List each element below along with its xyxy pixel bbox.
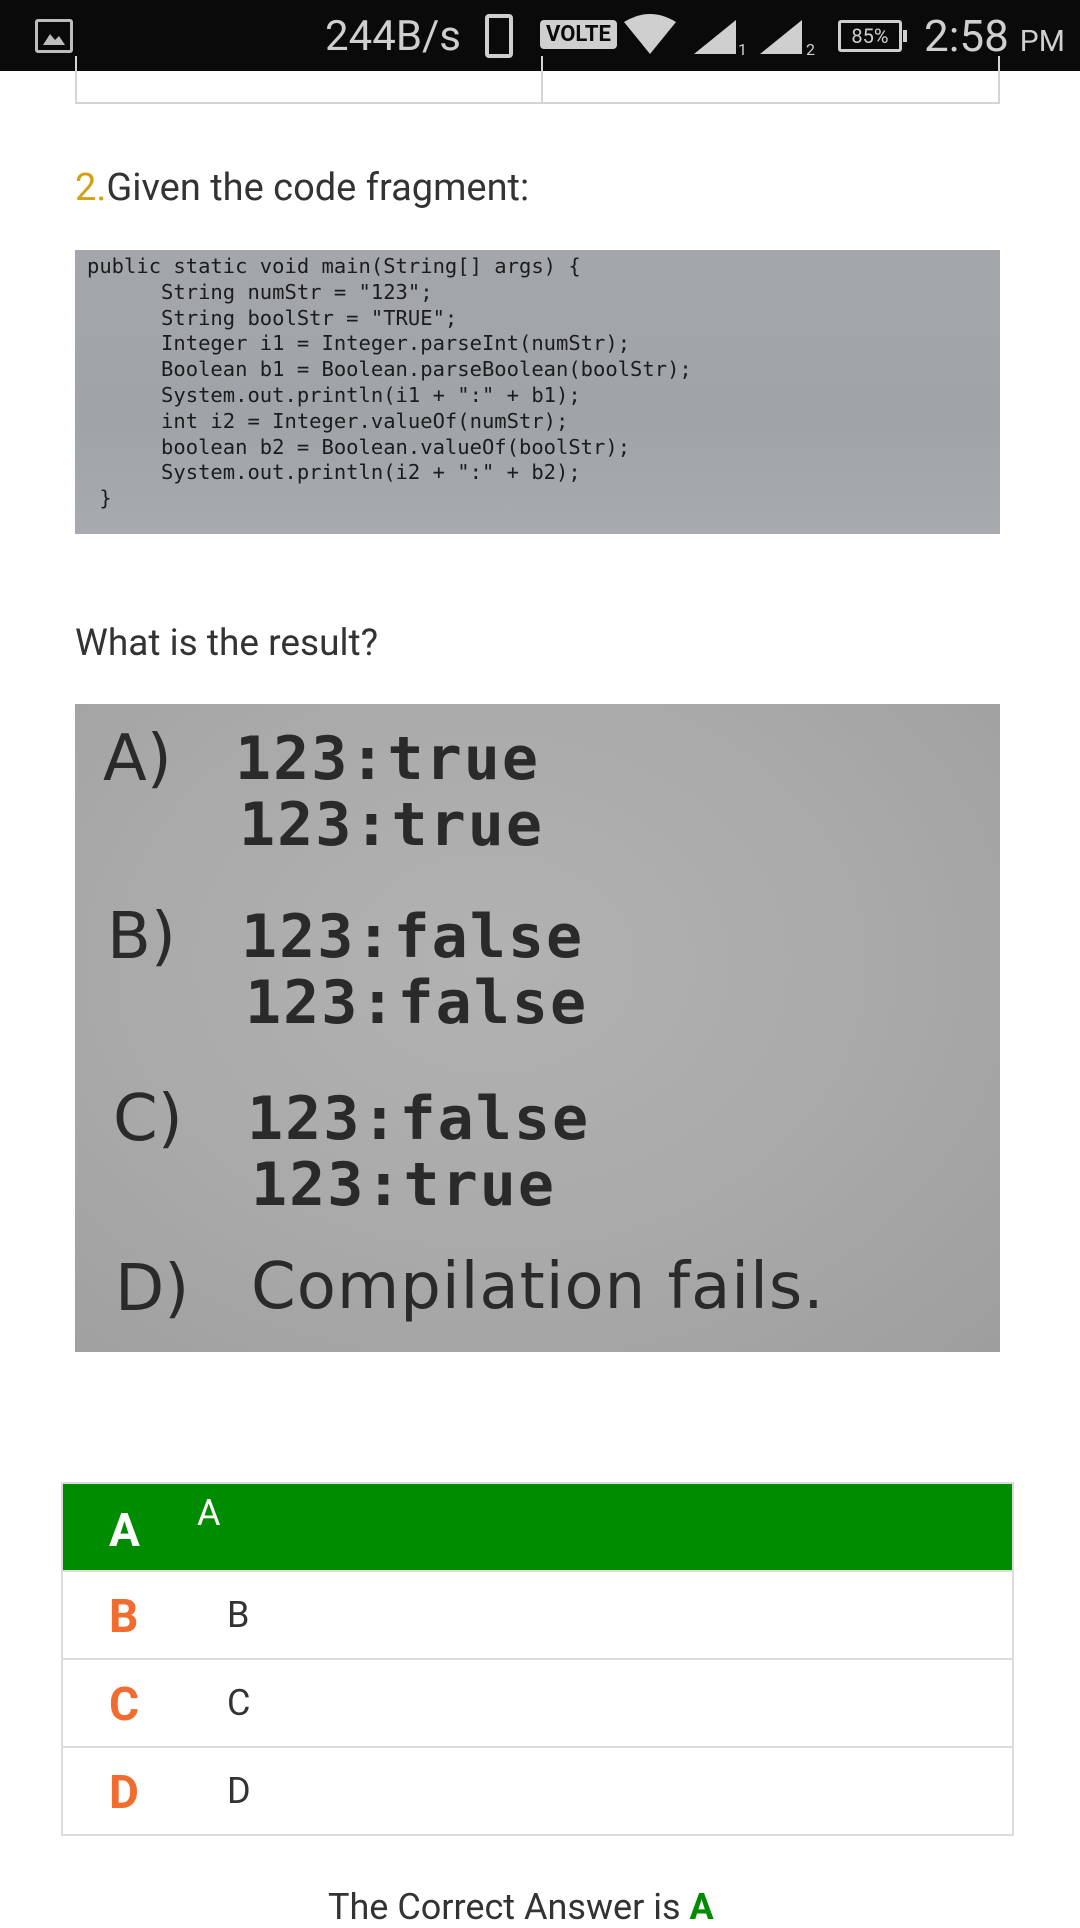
code-line: String boolStr = "TRUE"; — [87, 305, 458, 330]
battery-icon: 85% — [838, 20, 907, 52]
signal-icon — [758, 18, 804, 60]
option-d-text: Compilation fails. — [251, 1250, 825, 1324]
code-line: boolean b2 = Boolean.valueOf(boolStr); — [87, 434, 631, 459]
code-line: Integer i1 = Integer.parseInt(numStr); — [87, 331, 631, 356]
option-b-letter: B) — [107, 900, 176, 974]
table-divider — [541, 56, 543, 102]
option-d-letter: D) — [115, 1252, 190, 1326]
code-line: public static void main(String[] args) { — [87, 254, 581, 278]
network-speed: 244B/s — [325, 12, 461, 61]
option-a-line: 123:true — [235, 724, 540, 794]
wifi-icon — [622, 14, 678, 60]
option-c-line: 123:false — [247, 1084, 591, 1154]
option-c-line: 123:true — [251, 1150, 556, 1220]
phone-icon — [485, 14, 513, 58]
battery-level: 85% — [851, 24, 889, 48]
code-line: String numStr = "123"; — [87, 279, 433, 304]
code-line: } — [87, 486, 112, 511]
volte-badge: VOLTE — [540, 20, 617, 49]
option-a-line: 123:true — [239, 790, 544, 860]
answer-option-c[interactable]: C C — [63, 1658, 1012, 1746]
answer-table: A A B B C C D D — [61, 1482, 1014, 1836]
answer-letter: C — [109, 1678, 140, 1732]
option-c-letter: C) — [113, 1082, 183, 1156]
code-text: public static void main(String[] args) {… — [87, 254, 988, 512]
question-text: Given the code fragment: — [106, 166, 530, 210]
previous-answer-table — [75, 56, 1000, 104]
correct-answer-label: The Correct Answer is — [328, 1886, 681, 1928]
answer-letter: D — [109, 1766, 139, 1820]
clock-time: 2:58 — [924, 10, 1009, 62]
correct-answer-value: A — [689, 1886, 714, 1928]
answer-option-a[interactable]: A A — [63, 1484, 1012, 1570]
option-b-line: 123:false — [245, 968, 589, 1038]
correct-answer: The Correct Answer is A — [328, 1886, 714, 1928]
signal-icon — [692, 18, 738, 60]
answer-letter: B — [109, 1590, 139, 1644]
option-a-letter: A) — [103, 722, 172, 796]
gallery-icon — [35, 19, 73, 53]
clock-ampm: PM — [1019, 24, 1065, 59]
question-prompt: What is the result? — [75, 622, 379, 665]
question-number: 2. — [75, 166, 107, 210]
answer-text: A — [197, 1492, 221, 1534]
answer-letter: A — [109, 1504, 140, 1558]
code-image: public static void main(String[] args) {… — [75, 250, 1000, 534]
code-line: Boolean b1 = Boolean.parseBoolean(boolSt… — [87, 357, 692, 382]
code-line: System.out.println(i1 + ":" + b1); — [87, 382, 581, 407]
question-title: 2.Given the code fragment: — [75, 166, 529, 210]
clock: 2:58 PM — [924, 10, 1065, 62]
answer-text: D — [227, 1770, 251, 1812]
answer-text: C — [227, 1682, 251, 1724]
options-image: A) 123:true 123:true B) 123:false 123:fa… — [75, 704, 1000, 1352]
answer-option-b[interactable]: B B — [63, 1570, 1012, 1658]
answer-option-d[interactable]: D D — [63, 1746, 1012, 1834]
code-line: int i2 = Integer.valueOf(numStr); — [87, 408, 569, 433]
option-b-line: 123:false — [241, 902, 585, 972]
code-line: System.out.println(i2 + ":" + b2); — [87, 460, 581, 485]
answer-text: B — [227, 1594, 250, 1636]
